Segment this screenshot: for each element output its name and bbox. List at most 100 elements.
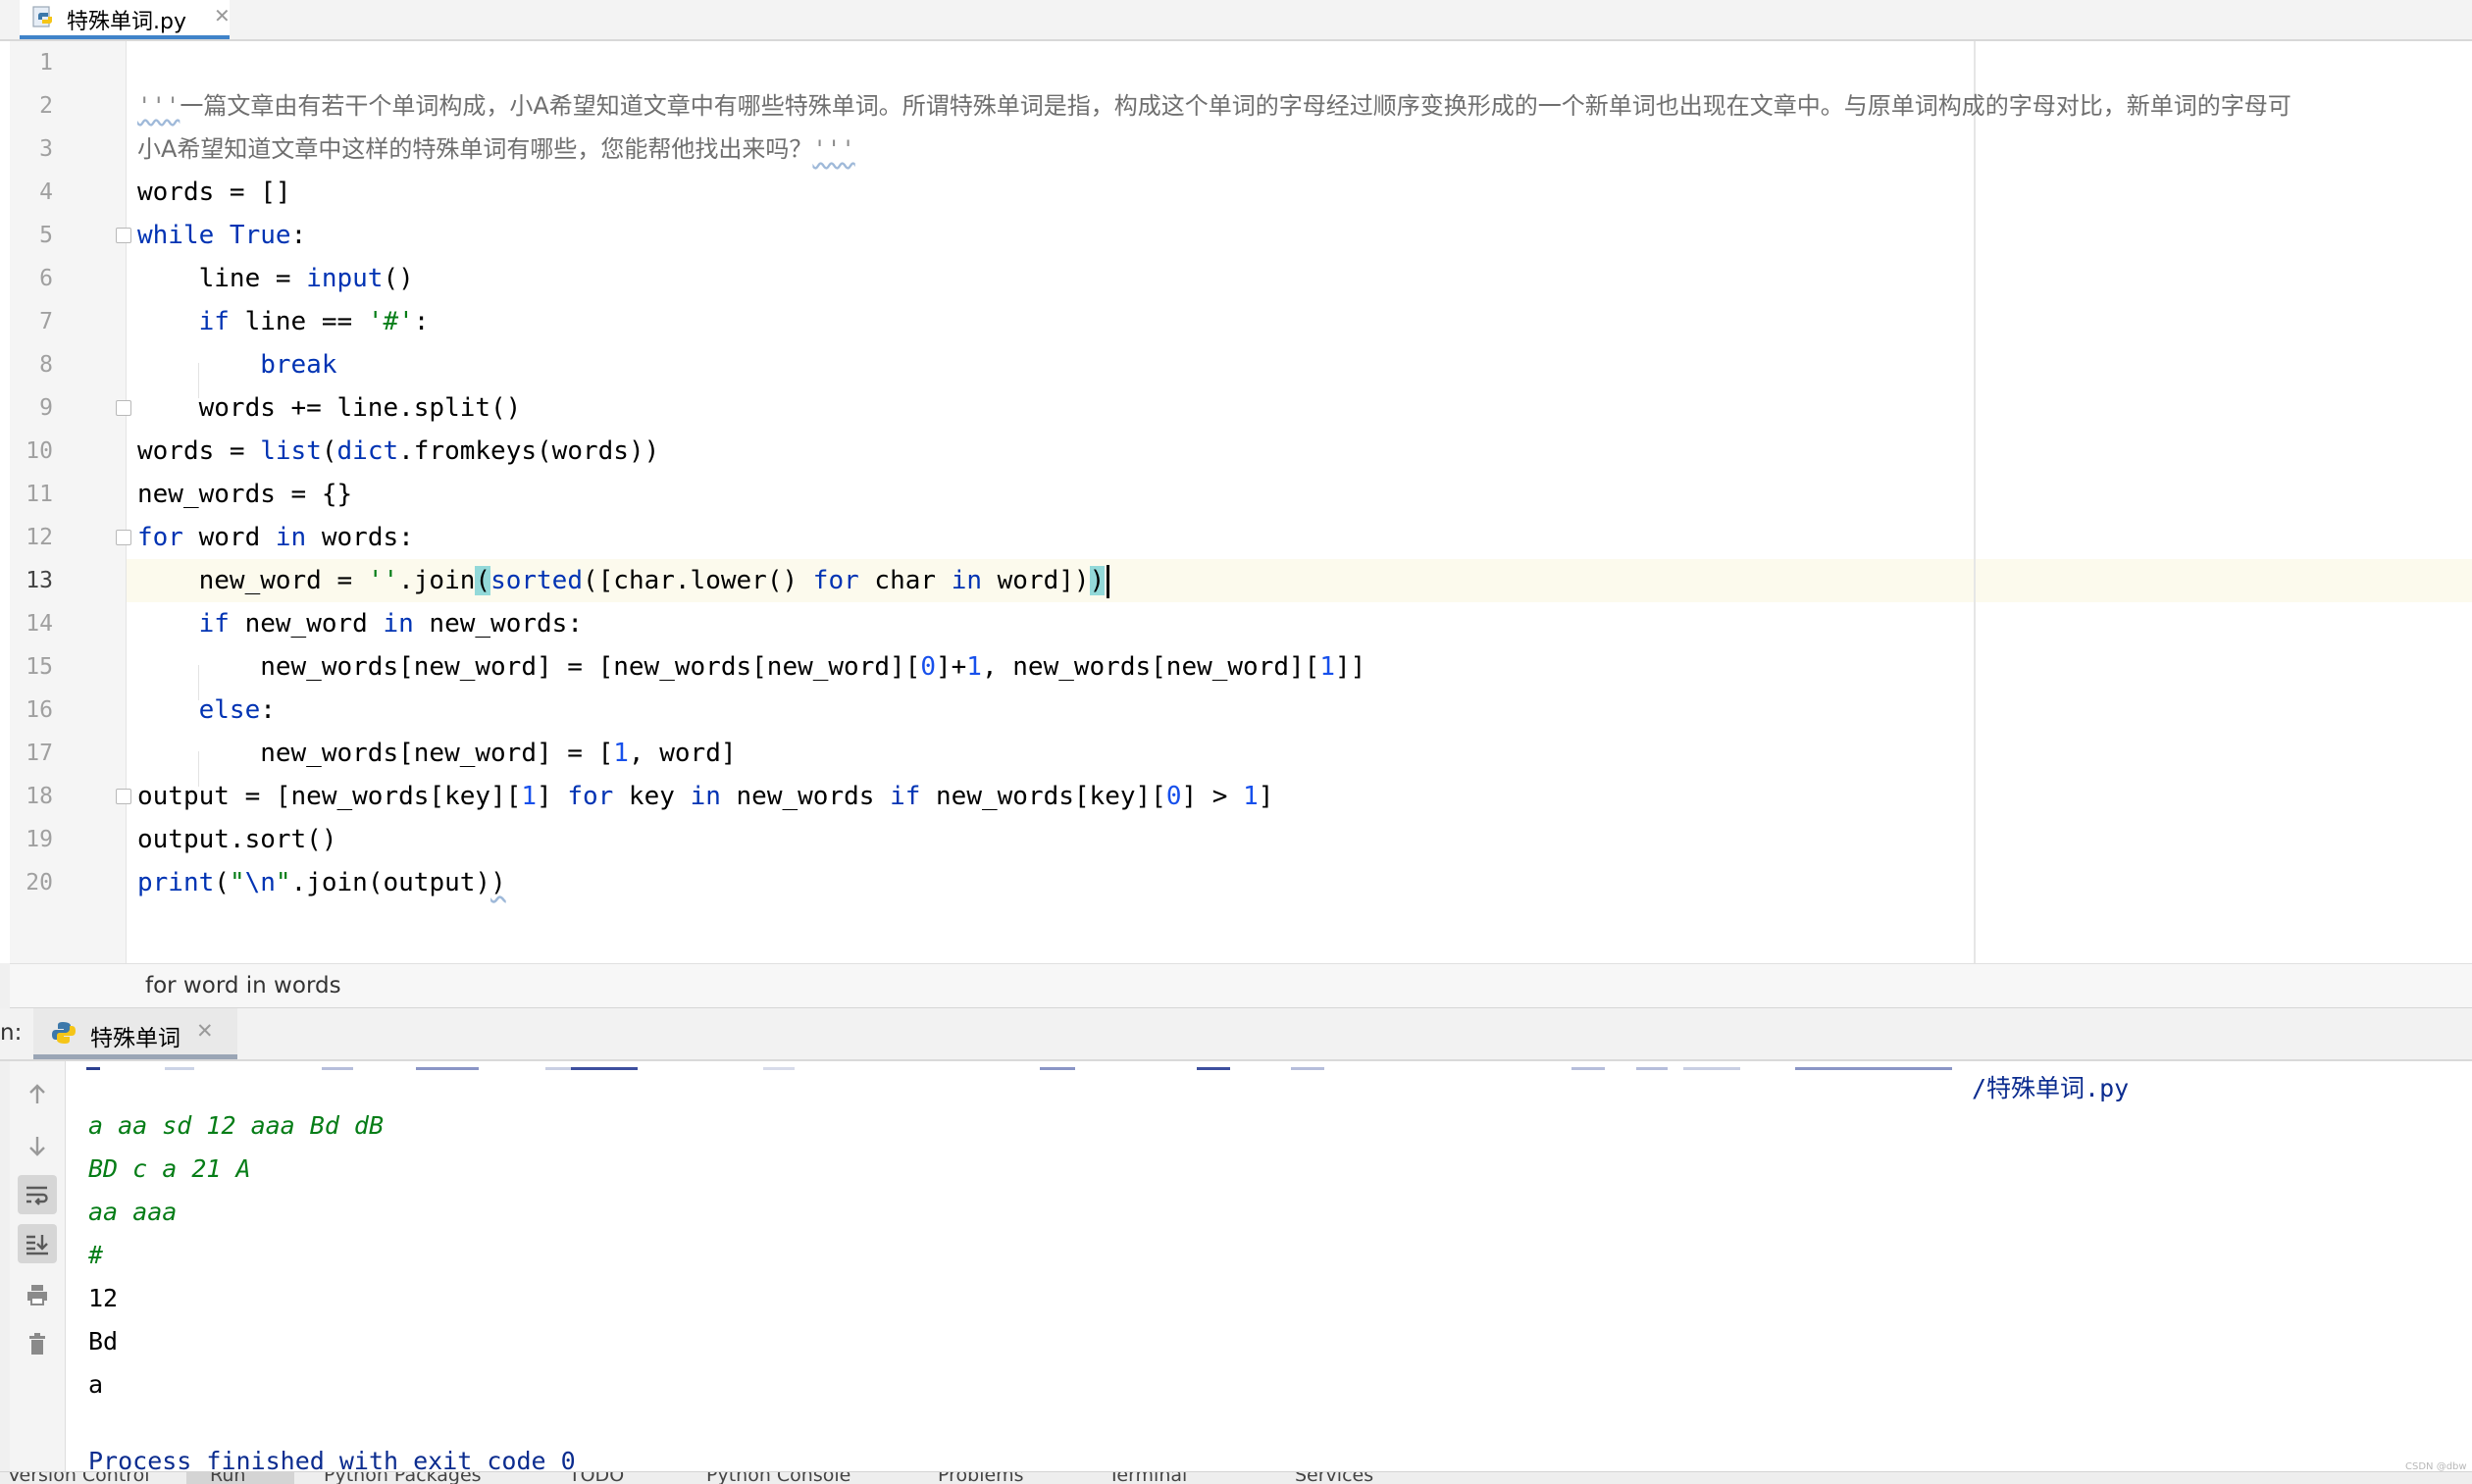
editor-tab-label: 特殊单词.py <box>67 10 186 34</box>
bottom-tool-version-control[interactable]: Version Control <box>8 1472 150 1484</box>
keyword: if <box>137 609 230 639</box>
line-number: 5 <box>39 223 53 248</box>
console-input-line: # <box>88 1241 104 1269</box>
code-text: .fromkeys(words)) <box>398 436 660 466</box>
docstring-quote: ''' <box>137 92 180 120</box>
code-text: key <box>613 782 691 811</box>
bottom-tool-python-packages[interactable]: Python Packages <box>324 1472 482 1484</box>
code-text: char <box>858 566 952 595</box>
line-number: 2 <box>39 93 53 119</box>
number-literal: 1 <box>966 652 982 682</box>
line-number: 9 <box>39 395 53 421</box>
code-text: new_words[new_word] = [new_words[new_wor… <box>137 652 921 682</box>
line-number: 20 <box>26 870 53 896</box>
fold-marker-icon[interactable] <box>116 400 131 416</box>
code-line-17: new_words[new_word] = [1, word] <box>137 732 736 775</box>
code-text: new_words[new_word] = [ <box>137 739 614 768</box>
code-line-5: while True: <box>137 214 306 257</box>
number-literal: 0 <box>920 652 936 682</box>
builtin: sorted <box>490 566 583 595</box>
code-text: new_words: <box>413 609 583 639</box>
redaction-dash <box>1636 1067 1668 1070</box>
line-number: 6 <box>39 266 53 291</box>
keyword: for <box>567 782 614 811</box>
code-text: .join(output) <box>290 868 491 897</box>
docstring-quote: ''' <box>812 135 855 163</box>
fold-marker-icon[interactable] <box>116 228 131 243</box>
arrow-down-icon[interactable] <box>18 1126 57 1165</box>
code-line-15: new_words[new_word] = [new_words[new_wor… <box>137 645 1365 689</box>
code-text: ] <box>537 782 568 811</box>
bottom-tool-python-console[interactable]: Python Console <box>706 1472 850 1484</box>
bottom-tool-terminal[interactable]: Terminal <box>1108 1472 1187 1484</box>
right-margin-guide <box>1974 41 1976 963</box>
code-text: ( <box>214 868 230 897</box>
line-number: 18 <box>26 784 53 809</box>
line-number: 19 <box>26 827 53 852</box>
keyword: in <box>951 566 982 595</box>
breadcrumb: for word in words <box>10 963 2472 1008</box>
code-line-12: for word in words: <box>137 516 414 559</box>
docstring-text: 小A希望知道文章中这样的特殊单词有哪些，您能帮他找出来吗？ <box>137 135 813 163</box>
close-icon[interactable]: ✕ <box>196 1019 214 1043</box>
print-icon[interactable] <box>18 1275 57 1314</box>
code-text: line = <box>137 264 307 293</box>
breadcrumb-item[interactable]: for word in words <box>145 973 341 998</box>
docstring-text: 一篇文章由有若干个单词构成，小A希望知道文章中有哪些特殊单词。所谓特殊单词是指，… <box>180 92 2292 120</box>
watermark-text: CSDN @dbw <box>2405 1461 2467 1472</box>
process-finished-line: Process finished with exit code 0 <box>88 1447 576 1471</box>
code-text: ([char.lower() <box>582 566 813 595</box>
text-caret <box>1107 564 1110 598</box>
code-text: ]] <box>1334 652 1366 682</box>
code-text: ]+ <box>935 652 967 682</box>
number-literal: 1 <box>1319 652 1335 682</box>
code-line-6: line = input() <box>137 257 414 300</box>
number-literal: 0 <box>1165 782 1182 811</box>
trash-icon[interactable] <box>18 1324 57 1363</box>
console-input-line: a aa sd 12 aaa Bd dB <box>88 1111 385 1140</box>
python-file-icon <box>32 6 53 27</box>
code-text: output = [new_words[key][ <box>137 782 522 811</box>
fold-marker-icon[interactable] <box>116 789 131 804</box>
code-line-2: '''一篇文章由有若干个单词构成，小A希望知道文章中有哪些特殊单词。所谓特殊单词… <box>137 84 2292 128</box>
console-toolbar <box>10 1061 66 1471</box>
console-script-path[interactable]: /特殊单词.py <box>1972 1069 2129 1108</box>
code-editor[interactable]: 1 2 3 4 5 6 7 8 9 10 11 12 13 14 15 16 1… <box>0 41 2472 963</box>
redaction-dash <box>86 1067 100 1070</box>
number-literal: 1 <box>613 739 629 768</box>
close-icon[interactable]: ✕ <box>214 4 231 27</box>
code-text: : <box>260 695 276 725</box>
soft-wrap-icon[interactable] <box>18 1175 57 1214</box>
code-text: : <box>413 307 430 336</box>
fold-marker-icon[interactable] <box>116 530 131 545</box>
redaction-dash <box>1197 1067 1230 1070</box>
code-text: new_word = <box>137 566 368 595</box>
code-line-20: print("\n".join(output)) <box>137 861 506 904</box>
keyword: break <box>137 350 337 380</box>
editor-tab-file[interactable]: 特殊单词.py ✕ <box>20 0 231 39</box>
code-text: () <box>383 264 414 293</box>
matched-paren: ( <box>475 566 491 595</box>
redaction-dash <box>571 1067 638 1070</box>
console-output-line: 12 <box>88 1284 119 1312</box>
bottom-tool-run[interactable]: Run <box>210 1472 245 1484</box>
code-text: .join <box>398 566 476 595</box>
keyword: if <box>137 307 230 336</box>
keyword: if <box>890 782 921 811</box>
bottom-tool-services[interactable]: Services <box>1295 1472 1373 1484</box>
code-line-19: output.sort() <box>137 818 337 861</box>
keyword: in <box>690 782 721 811</box>
code-text: ] <box>1258 782 1274 811</box>
code-line-7: if line == '#': <box>137 300 430 343</box>
arrow-up-icon[interactable] <box>18 1075 57 1114</box>
code-text: ) <box>490 868 506 897</box>
bottom-tool-problems[interactable]: Problems <box>938 1472 1024 1484</box>
code-text: new_words[key][ <box>920 782 1166 811</box>
run-tab[interactable]: 特殊单词 ✕ <box>33 1008 237 1059</box>
scroll-to-end-icon[interactable] <box>18 1224 57 1263</box>
escape-sequence: \n <box>244 868 276 897</box>
run-console[interactable]: /特殊单词.py a aa sd 12 aaa Bd dB BD c a 21 … <box>0 1061 2472 1471</box>
editor-tab-bar: 特殊单词.py ✕ <box>0 0 2472 41</box>
bottom-tool-todo[interactable]: TODO <box>569 1472 624 1484</box>
builtin: print <box>137 868 215 897</box>
